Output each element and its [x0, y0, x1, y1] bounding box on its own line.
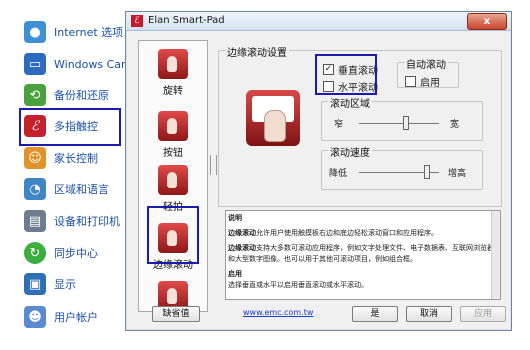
scroll-speed-min-label: 降低: [329, 169, 348, 179]
cp-item-backup-restore[interactable]: ⟲ 备份和还原: [24, 82, 109, 108]
apply-button[interactable]: 应用: [460, 306, 506, 322]
devices-printers-icon: ▤: [24, 210, 46, 232]
description-p1-bold: 边缘滚动: [228, 229, 256, 237]
group-title: 滚动速度: [328, 144, 372, 159]
description-p3: 选择垂直或水平以启用垂直滚动或水平滚动。: [228, 281, 368, 289]
cardspace-icon: ▭: [24, 53, 46, 75]
hand-icon: [264, 110, 286, 142]
dialog-title: Elan Smart-Pad: [148, 15, 225, 26]
scroll-speed-slider-thumb[interactable]: [424, 165, 430, 179]
cp-item-label: 家长控制: [54, 152, 98, 165]
elan-website-link[interactable]: www.emc.com.tw: [243, 308, 313, 317]
cp-item-parental-control[interactable]: ☺ 家长控制: [24, 145, 98, 171]
sync-center-icon: ↻: [24, 242, 46, 264]
selected-tab-highlight: [147, 206, 199, 264]
elan-smartpad-dialog: ℰ Elan Smart-Pad x 旋转 按钮 轻拍 边缘滚动 边缘滚动设置: [125, 11, 512, 331]
close-label: x: [483, 16, 491, 27]
tab-rotate[interactable]: 旋转: [149, 49, 197, 97]
panel-splitter[interactable]: [208, 40, 218, 310]
button-gesture-icon: [158, 111, 188, 141]
edge-scroll-preview-image: [246, 90, 300, 146]
description-p3-heading: 启用: [228, 270, 242, 278]
default-button[interactable]: 缺省值: [152, 306, 200, 322]
control-panel-list: ● Internet 选项 ▭ Windows CardSpace ⟲ 备份和还…: [0, 0, 166, 350]
user-accounts-icon: ☻: [24, 306, 46, 328]
scroll-area-max-label: 宽: [450, 120, 460, 130]
tab-label: 按钮: [163, 148, 183, 159]
group-title: 边缘滚动设置: [225, 44, 289, 59]
checkbox-label: 启用: [420, 78, 440, 89]
group-title: 滚动区域: [328, 95, 372, 110]
splitter-grip[interactable]: [210, 155, 217, 175]
tab-label: 旋转: [163, 86, 183, 97]
description-scrollbar[interactable]: [491, 211, 500, 299]
tap-gesture-icon: [158, 165, 188, 195]
title-bar[interactable]: ℰ Elan Smart-Pad x: [126, 12, 511, 31]
close-button[interactable]: x: [467, 13, 507, 30]
scroll-direction-highlight: [315, 54, 377, 95]
parental-control-icon: ☺: [24, 147, 46, 169]
cp-item-label: 设备和打印机: [54, 215, 120, 228]
cp-item-region-language[interactable]: ◔ 区域和语言: [24, 176, 109, 202]
cp-item-label: 用户帐户: [54, 311, 98, 324]
globe-settings-icon: ●: [24, 21, 46, 43]
cancel-button[interactable]: 取消: [406, 306, 452, 322]
description-heading: 说明: [228, 214, 242, 222]
cp-item-user-accounts[interactable]: ☻ 用户帐户: [24, 304, 98, 330]
auto-scroll-enable-checkbox[interactable]: 启用: [405, 74, 440, 89]
ok-button[interactable]: 是: [352, 306, 398, 322]
description-p2: 支持大多数可滚动应用程序，例如文字处理文件、电子数据表、互联网浏览器和大型数字图…: [228, 244, 494, 263]
cp-item-sync-center[interactable]: ↻ 同步中心: [24, 240, 98, 266]
region-language-icon: ◔: [24, 178, 46, 200]
cp-item-label: 同步中心: [54, 247, 98, 260]
cp-item-display[interactable]: ▣ 显示: [24, 271, 76, 297]
scroll-area-min-label: 窄: [334, 120, 344, 130]
scroll-area-slider-track[interactable]: [359, 123, 439, 124]
cp-item-label: 显示: [54, 278, 76, 291]
rotate-gesture-icon: [158, 49, 188, 79]
tab-strip: 旋转 按钮 轻拍 边缘滚动: [138, 40, 208, 312]
elan-logo-icon: ℰ: [131, 15, 143, 27]
description-p1: 允许用户使用触摸板右边和底边轻松滚动窗口和应用程序。: [256, 229, 438, 237]
description-p2-bold: 边缘滚动: [228, 244, 256, 252]
checkbox-unchecked[interactable]: [405, 76, 416, 87]
scroll-speed-max-label: 增高: [448, 169, 467, 179]
description-box: 说明 边缘滚动允许用户使用触摸板右边和底边轻松滚动窗口和应用程序。 边缘滚动支持…: [225, 210, 501, 300]
cp-item-internet-options[interactable]: ● Internet 选项: [24, 19, 123, 45]
multitouch-highlight: [19, 108, 121, 146]
tab-buttons[interactable]: 按钮: [149, 111, 197, 159]
display-icon: ▣: [24, 273, 46, 295]
cp-item-label: 区域和语言: [54, 183, 109, 196]
scroll-area-slider-thumb[interactable]: [403, 116, 409, 130]
group-title: 自动滚动: [404, 56, 448, 71]
cp-item-label: 备份和还原: [54, 89, 109, 102]
cp-item-label: Internet 选项: [54, 26, 124, 39]
cp-item-devices-printers[interactable]: ▤ 设备和打印机: [24, 208, 120, 234]
backup-icon: ⟲: [24, 84, 46, 106]
